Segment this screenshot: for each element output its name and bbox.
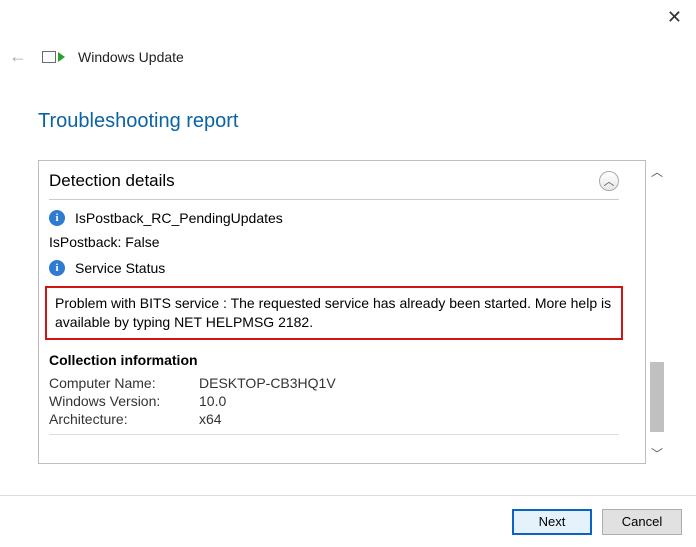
kv-key: Architecture:: [49, 411, 199, 427]
detail-value: IsPostback: False: [39, 226, 629, 250]
chevron-up-icon: ︿: [604, 173, 615, 189]
collection-info: Collection information Computer Name: DE…: [39, 346, 629, 435]
kv-value: DESKTOP-CB3HQ1V: [199, 375, 619, 391]
kv-key: Windows Version:: [49, 393, 199, 409]
back-arrow-icon[interactable]: ←: [8, 46, 28, 67]
close-icon[interactable]: ✕: [667, 8, 682, 26]
scroll-thumb[interactable]: [650, 362, 664, 432]
kv-value: x64: [199, 411, 619, 427]
vertical-scrollbar[interactable]: ︿ ﹀: [646, 160, 668, 464]
collapse-toggle[interactable]: ︿: [599, 171, 619, 191]
footer-bar: Next Cancel: [0, 495, 696, 547]
kv-row: Architecture: x64: [49, 410, 619, 428]
section-title: Detection details: [49, 171, 175, 191]
next-button[interactable]: Next: [512, 509, 592, 535]
detection-details-panel: Detection details ︿ i IsPostback_RC_Pend…: [38, 160, 646, 464]
page-title: Troubleshooting report: [38, 110, 239, 133]
kv-key: Computer Name:: [49, 375, 199, 391]
info-icon: i: [49, 210, 65, 226]
windows-update-icon: [42, 49, 64, 65]
detail-row-pending-updates: i IsPostback_RC_PendingUpdates: [39, 200, 629, 226]
detail-label: IsPostback_RC_PendingUpdates: [75, 210, 283, 226]
kv-value: 10.0: [199, 393, 619, 409]
info-icon: i: [49, 260, 65, 276]
error-highlight: Problem with BITS service : The requeste…: [45, 286, 623, 340]
kv-row: Windows Version: 10.0: [49, 392, 619, 410]
section-header: Detection details ︿: [39, 161, 629, 199]
header-bar: ← Windows Update: [8, 46, 676, 67]
detail-label: Service Status: [75, 260, 165, 276]
divider: [49, 434, 619, 435]
collection-title: Collection information: [49, 352, 619, 368]
scroll-down-icon[interactable]: ﹀: [646, 442, 668, 464]
cancel-button[interactable]: Cancel: [602, 509, 682, 535]
detail-row-service-status: i Service Status: [39, 250, 629, 276]
troubleshooter-window: ✕ ← Windows Update Troubleshooting repor…: [0, 0, 696, 547]
app-title: Windows Update: [78, 49, 184, 65]
kv-row: Computer Name: DESKTOP-CB3HQ1V: [49, 374, 619, 392]
scroll-track[interactable]: [646, 182, 668, 442]
scroll-up-icon[interactable]: ︿: [646, 160, 668, 182]
error-text: Problem with BITS service : The requeste…: [55, 295, 611, 330]
